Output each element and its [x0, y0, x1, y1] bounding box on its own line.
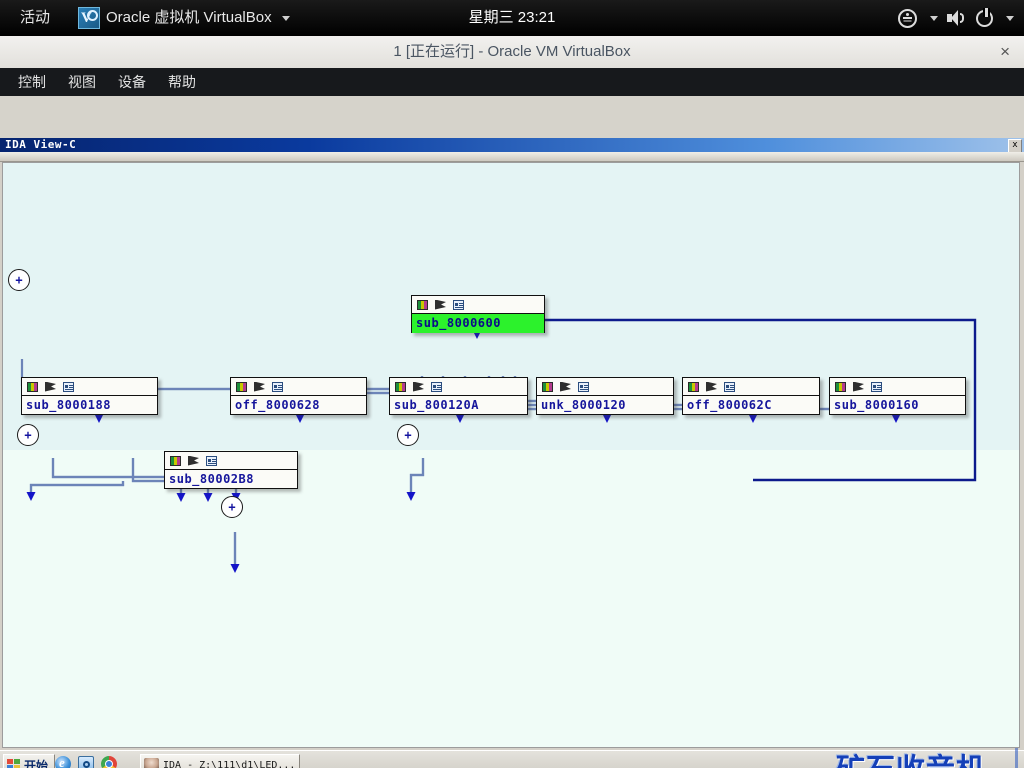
flag-icon	[188, 455, 199, 466]
ida-view-title: IDA View-C	[5, 138, 77, 151]
windows-logo-icon	[7, 759, 21, 768]
expand-node-button[interactable]: +	[8, 269, 30, 291]
palette-icon	[417, 299, 428, 310]
ida-app-icon	[144, 757, 159, 768]
flag-icon	[560, 381, 571, 392]
palette-icon	[236, 381, 247, 392]
menu-control[interactable]: 控制	[8, 70, 56, 94]
card-icon	[272, 381, 283, 392]
taskbar-item-label: IDA - Z:\111\d1\LED...	[163, 759, 296, 768]
node-icon-row	[165, 452, 297, 470]
node-label: off_8000628	[235, 398, 320, 412]
node-label: unk_8000120	[541, 398, 626, 412]
quick-launch-bar	[55, 755, 117, 768]
accessibility-icon[interactable]	[898, 8, 917, 28]
card-icon	[63, 381, 74, 392]
windows-taskbar: 开始 IDA - Z:\111\d1\LED...	[0, 750, 1024, 768]
graph-node-off_800062C[interactable]: off_800062C	[682, 377, 820, 415]
chevron-down-icon	[281, 15, 290, 21]
flag-icon	[853, 381, 864, 392]
palette-icon	[835, 381, 846, 392]
node-icon-row	[390, 378, 527, 396]
node-icon-row	[683, 378, 819, 396]
card-icon	[431, 381, 442, 392]
app-menu-button[interactable]: V Oracle 虚拟机 VirtualBox	[70, 0, 298, 36]
node-label: off_800062C	[687, 398, 772, 412]
card-icon	[724, 381, 735, 392]
ida-close-icon[interactable]: x	[1008, 139, 1022, 153]
ida-toolbar-strip	[0, 152, 1024, 162]
start-button-label: 开始	[24, 758, 49, 768]
node-icon-row	[830, 378, 965, 396]
graph-node-off_8000628[interactable]: off_8000628	[230, 377, 367, 415]
window-title: 1 [正在运行] - Oracle VM VirtualBox	[393, 43, 631, 60]
guest-screen: IDA View-C x sub_8000600 sub_8000188 off…	[0, 96, 1024, 768]
palette-icon	[27, 381, 38, 392]
card-icon	[578, 381, 589, 392]
gnome-top-bar: 活动 V Oracle 虚拟机 VirtualBox 星期三 23:21	[0, 0, 1024, 36]
palette-icon	[688, 381, 699, 392]
chevron-down-icon[interactable]	[930, 15, 938, 21]
virtualbox-menubar: 控制 视图 设备 帮助	[0, 68, 1024, 96]
node-icon-row	[22, 378, 157, 396]
node-label: sub_8000188	[26, 398, 111, 412]
graph-node-sub_800120A[interactable]: sub_800120A	[389, 377, 528, 415]
palette-icon	[542, 381, 553, 392]
graph-node-sub_80002B8[interactable]: sub_80002B8	[164, 451, 298, 489]
node-label: sub_8000600	[412, 314, 544, 333]
taskbar-item-ida[interactable]: IDA - Z:\111\d1\LED...	[140, 754, 300, 768]
card-icon	[206, 455, 217, 466]
menu-devices[interactable]: 设备	[108, 70, 156, 94]
folder-search-icon[interactable]	[78, 756, 94, 768]
app-menu-label: Oracle 虚拟机 VirtualBox	[106, 9, 272, 26]
xref-graph-canvas[interactable]	[2, 162, 1020, 748]
palette-icon	[395, 381, 406, 392]
menu-view[interactable]: 视图	[58, 70, 106, 94]
graph-node-unk_8000120[interactable]: unk_8000120	[536, 377, 674, 415]
graph-edges	[20, 315, 977, 573]
volume-icon[interactable]	[947, 10, 967, 26]
chrome-icon[interactable]	[101, 756, 117, 768]
flag-icon	[706, 381, 717, 392]
graph-node-sub_8000160[interactable]: sub_8000160	[829, 377, 966, 415]
flag-icon	[435, 299, 446, 310]
graph-node-sub_8000188[interactable]: sub_8000188	[21, 377, 158, 415]
ida-view-titlebar[interactable]: IDA View-C x	[0, 138, 1024, 153]
node-label: sub_800120A	[394, 398, 479, 412]
menu-help[interactable]: 帮助	[158, 70, 206, 94]
node-icon-row	[412, 296, 544, 314]
virtualbox-window: 1 [正在运行] - Oracle VM VirtualBox × 控制 视图 …	[0, 36, 1024, 768]
chevron-down-icon[interactable]	[1006, 15, 1014, 21]
flag-icon	[45, 381, 56, 392]
activities-button[interactable]: 活动	[14, 0, 56, 36]
screen: 活动 V Oracle 虚拟机 VirtualBox 星期三 23:21 1 […	[0, 0, 1024, 768]
internet-explorer-icon[interactable]	[55, 755, 71, 768]
expand-node-button[interactable]: +	[17, 424, 39, 446]
flag-icon	[254, 381, 265, 392]
card-icon	[871, 381, 882, 392]
power-icon[interactable]	[976, 7, 993, 27]
start-button[interactable]: 开始	[3, 754, 56, 768]
status-indicators	[898, 0, 1014, 36]
flag-icon	[413, 381, 424, 392]
palette-icon	[170, 455, 181, 466]
expand-node-button[interactable]: +	[221, 496, 243, 518]
virtualbox-titlebar: 1 [正在运行] - Oracle VM VirtualBox ×	[0, 36, 1024, 69]
ida-view-window: IDA View-C x	[0, 138, 1024, 750]
virtualbox-icon: V	[78, 7, 100, 29]
node-label: sub_8000160	[834, 398, 919, 412]
node-icon-row	[537, 378, 673, 396]
close-window-button[interactable]: ×	[1000, 36, 1010, 68]
node-icon-row	[231, 378, 366, 396]
node-label: sub_80002B8	[169, 472, 254, 486]
graph-node-sub_8000600[interactable]: sub_8000600	[411, 295, 545, 333]
expand-node-button[interactable]: +	[397, 424, 419, 446]
card-icon	[453, 299, 464, 310]
